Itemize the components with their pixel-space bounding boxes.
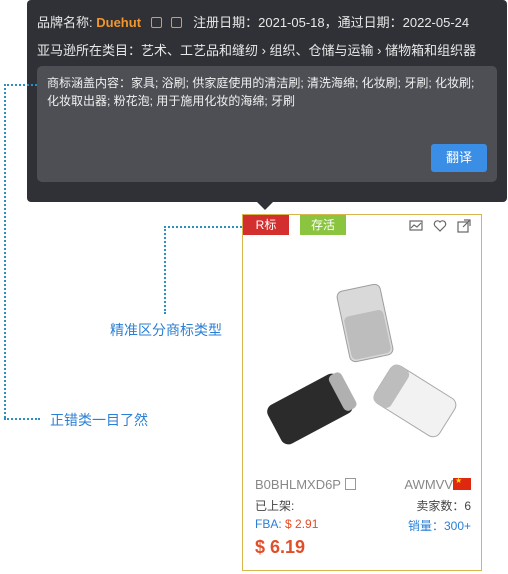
product-image[interactable]: [255, 251, 471, 471]
live-badge: 存活: [300, 215, 346, 235]
share-icon[interactable]: [457, 219, 471, 233]
fba-info: FBA: $ 2.91: [255, 517, 318, 531]
chart-icon[interactable]: [409, 219, 423, 233]
dates-text: 注册日期：2021-05-18，通过日期：2022-05-24: [193, 15, 470, 30]
external-link-icon[interactable]: [171, 17, 183, 28]
coverage-box: 商标涵盖内容：家具; 浴刷; 供家庭使用的清洁刷; 清洗海绵; 化妆刷; 牙刷;…: [37, 66, 497, 182]
brand-label: 品牌名称:: [37, 15, 93, 30]
brand-row: 品牌名称: Duehut 注册日期：2021-05-18，通过日期：2022-0…: [37, 12, 469, 31]
annotation-precise: 精准区分商标类型: [110, 322, 222, 338]
sales-count: 销量：300+: [407, 519, 471, 533]
annotation-line: [4, 84, 37, 86]
annotation-line: [164, 226, 242, 228]
asin-text: B0BHLMXD6P: [255, 477, 356, 492]
annotation-line: [164, 226, 166, 314]
china-flag-icon: [453, 476, 471, 490]
annotation-clear: 正错类一目了然: [50, 412, 148, 428]
fba-label: FBA:: [255, 517, 282, 531]
translate-button[interactable]: 翻译: [431, 144, 487, 172]
product-card[interactable]: R标 存活 B0BHLMXD6P AWMVV 已上架: 卖家数：6 FBA: $…: [242, 214, 482, 571]
coverage-text: 商标涵盖内容：家具; 浴刷; 供家庭使用的清洁刷; 清洗海绵; 化妆刷; 牙刷;…: [47, 76, 475, 108]
annotation-line: [4, 418, 40, 420]
category-text: 亚马逊所在类目：艺术、工艺品和缝纫 › 组织、仓储与运输 › 储物箱和组织器: [37, 43, 477, 58]
tooltip-arrow: [257, 202, 273, 210]
fba-value: $ 2.91: [285, 517, 319, 531]
seller-name[interactable]: AWMVV: [404, 477, 453, 492]
card-actions: [409, 219, 471, 233]
price: $ 6.19: [255, 537, 306, 557]
brand-tooltip: 品牌名称: Duehut 注册日期：2021-05-18，通过日期：2022-0…: [27, 0, 507, 202]
copy-icon[interactable]: [150, 17, 162, 28]
annotation-line: [4, 84, 6, 418]
copy-icon[interactable]: [344, 478, 356, 490]
asin-value: B0BHLMXD6P: [255, 477, 341, 492]
listed-label: 已上架:: [255, 499, 295, 513]
brand-name[interactable]: Duehut: [96, 15, 141, 30]
sellers-count: 卖家数：6: [416, 499, 471, 513]
heart-icon[interactable]: [433, 219, 447, 233]
r-mark-badge: R标: [243, 215, 289, 235]
seller-text: AWMVV: [404, 476, 471, 492]
